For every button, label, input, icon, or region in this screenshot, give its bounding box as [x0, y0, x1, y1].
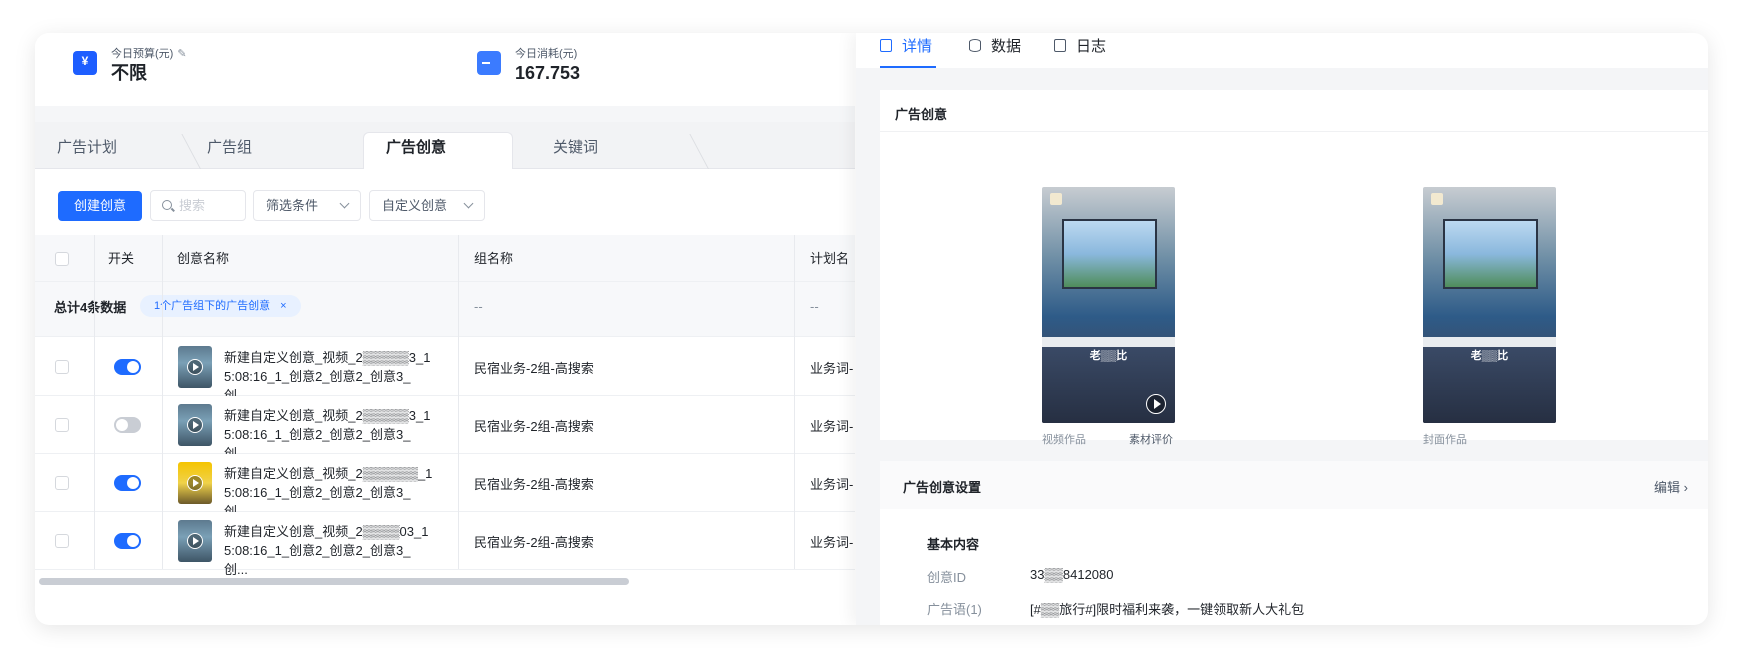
custom-label: 自定义创意: [382, 198, 448, 213]
header-switch: 开关: [108, 251, 135, 266]
poster-caption: 老▒▒比: [1470, 350, 1509, 362]
plan-name: 业务词-: [810, 535, 854, 550]
tab-log[interactable]: 日志: [1054, 35, 1118, 68]
custom-creative-select[interactable]: 自定义创意: [369, 190, 485, 221]
stats-bar: 今日预算(元)✎ 不限 今日消耗(元) 167.753: [35, 33, 855, 106]
filter-select[interactable]: 筛选条件: [253, 190, 361, 221]
summary-row: 总计4条数据 1个广告组下的广告创意 × -- --: [35, 282, 855, 337]
video-thumbnail[interactable]: [178, 520, 212, 562]
filter-label: 筛选条件: [266, 198, 319, 213]
edit-doc-icon: [880, 39, 892, 52]
poster-caption: 老▒▒比: [1089, 350, 1128, 362]
play-icon: [187, 359, 203, 375]
row-checkbox[interactable]: [55, 418, 69, 432]
edit-pencil-icon[interactable]: ✎: [177, 47, 186, 61]
budget-stat: 今日预算(元)✎ 不限: [73, 47, 187, 85]
plan-name: 业务词-: [810, 361, 854, 376]
divider-strip: [35, 106, 855, 122]
creative-name[interactable]: 新建自定义创意_视频_2▒▒▒▒03_1 5:08:16_1_创意2_创意2_创意…: [224, 522, 434, 579]
table-row[interactable]: 新建自定义创意_视频_2▒▒▒▒▒3_1 5:08:16_1_创意2_创意2_创意…: [35, 396, 855, 461]
search-input[interactable]: 搜索: [150, 190, 246, 221]
horizontal-scrollbar[interactable]: [39, 578, 629, 585]
toolbar: 创建创意 搜索 筛选条件 自定义创意: [35, 169, 855, 235]
table-header: 开关 创意名称 组名称 计划名称: [35, 235, 855, 302]
table-row[interactable]: 新建自定义创意_视频_2▒▒▒▒▒▒_1 5:08:16_1_创意2_创意2_创意…: [35, 454, 855, 519]
level-tabs: 广告计划 广告组 广告创意 关键词: [35, 122, 855, 174]
play-icon: [187, 533, 203, 549]
log-icon: [1054, 39, 1066, 52]
status-toggle[interactable]: [114, 359, 141, 375]
video-label: 视频作品: [1042, 434, 1086, 446]
row-checkbox[interactable]: [55, 360, 69, 374]
play-icon: [187, 417, 203, 433]
row-checkbox[interactable]: [55, 534, 69, 548]
tab-plan[interactable]: 广告计划: [35, 134, 204, 174]
budget-label: 今日预算(元): [111, 48, 174, 60]
detail-tabs: 详情 数据 日志: [856, 33, 1708, 68]
tab-creative[interactable]: 广告创意: [363, 132, 513, 170]
column-divider: [94, 235, 95, 569]
video-thumbnail[interactable]: [178, 462, 212, 504]
cover-label: 封面作品: [1423, 434, 1467, 446]
summary-group: --: [474, 299, 483, 314]
basic-content-title: 基本内容: [927, 537, 980, 552]
header-creative-name: 创意名称: [177, 251, 230, 266]
video-poster[interactable]: 老▒▒比: [1042, 187, 1175, 423]
video-thumbnail[interactable]: [178, 346, 212, 388]
header-group-name: 组名称: [474, 251, 514, 266]
create-creative-button[interactable]: 创建创意: [58, 191, 142, 221]
summary-plan: --: [810, 299, 819, 314]
settings-title: 广告创意设置: [903, 480, 982, 495]
chevron-down-icon: [339, 198, 350, 209]
group-name: 民宿业务-2组-高搜索: [474, 477, 594, 492]
table-row[interactable]: 新建自定义创意_视频_2▒▒▒▒03_1 5:08:16_1_创意2_创意2_创意…: [35, 512, 855, 577]
tab-details[interactable]: 详情: [880, 35, 936, 68]
column-divider: [458, 235, 459, 569]
settings-card: 广告创意设置 编辑 › 基本内容 创意ID 33▒▒8412080 广告语(1)[…: [880, 461, 1708, 625]
total-count: 总计4条数据: [54, 300, 127, 315]
budget-icon: [73, 51, 97, 75]
close-icon[interactable]: ×: [280, 300, 286, 312]
filter-tag[interactable]: 1个广告组下的广告创意 ×: [140, 295, 301, 317]
column-divider: [794, 235, 795, 569]
column-divider: [162, 235, 163, 569]
group-name: 民宿业务-2组-高搜索: [474, 361, 594, 376]
video-thumbnail[interactable]: [178, 404, 212, 446]
spend-label: 今日消耗(元): [515, 48, 578, 60]
spend-stat: 今日消耗(元) 167.753: [477, 47, 580, 85]
plan-name: 业务词-: [810, 477, 854, 492]
database-icon: [969, 39, 981, 52]
main-area: 今日预算(元)✎ 不限 今日消耗(元) 167.753 广告计划 广告组 广告创…: [35, 33, 855, 625]
search-placeholder: 搜索: [179, 198, 206, 213]
chevron-down-icon: [463, 198, 474, 209]
select-all-checkbox[interactable]: [55, 252, 69, 266]
search-icon: [162, 200, 172, 210]
spend-value: 167.753: [515, 63, 581, 83]
tab-keyword[interactable]: 关键词: [531, 134, 712, 174]
play-icon[interactable]: [1146, 394, 1166, 414]
group-name: 民宿业务-2组-高搜索: [474, 535, 594, 550]
row-checkbox[interactable]: [55, 476, 69, 490]
table-row[interactable]: 新建自定义创意_视频_2▒▒▒▒▒3_1 5:08:16_1_创意2_创意2_创意…: [35, 338, 855, 403]
edit-button[interactable]: 编辑 ›: [1654, 477, 1688, 496]
group-name: 民宿业务-2组-高搜索: [474, 419, 594, 434]
cover-poster[interactable]: 老▒▒比: [1423, 187, 1556, 423]
budget-value: 不限: [111, 63, 147, 83]
status-toggle[interactable]: [114, 475, 141, 491]
tab-group[interactable]: 广告组: [185, 134, 355, 169]
creative-card: 广告创意 老▒▒比 视频作品 素材评价 老▒▒比 封面作品: [880, 90, 1708, 446]
creative-section-title: 广告创意: [895, 107, 948, 122]
material-rating-link[interactable]: 素材评价: [1129, 431, 1173, 447]
status-toggle[interactable]: [114, 533, 141, 549]
tab-data[interactable]: 数据: [969, 35, 1033, 68]
plan-name: 业务词-: [810, 419, 854, 434]
chevron-right-icon: ›: [1683, 480, 1688, 495]
wallet-icon: [477, 51, 501, 75]
detail-panel: 详情 数据 日志 广告创意 老▒▒比 视频作品 素材评价 老▒▒比 封面作品 广…: [856, 33, 1708, 625]
app-window: 今日预算(元)✎ 不限 今日消耗(元) 167.753 广告计划 广告组 广告创…: [35, 33, 1708, 625]
status-toggle[interactable]: [114, 417, 141, 433]
play-icon: [187, 475, 203, 491]
